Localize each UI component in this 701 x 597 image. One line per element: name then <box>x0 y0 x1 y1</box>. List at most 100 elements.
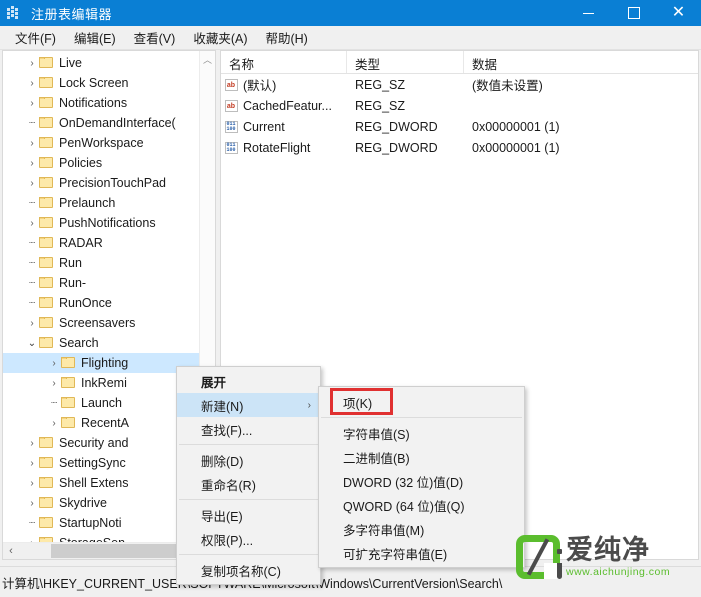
tree-node-label: InkRemi <box>81 376 127 390</box>
menu-view[interactable]: 查看(V) <box>125 25 185 50</box>
table-row[interactable]: 011 100 RotateFlight REG_DWORD 0x00000001 (1… <box>221 137 698 158</box>
maximize-button[interactable] <box>611 0 656 26</box>
submenu-item[interactable]: 可扩充字符串值(E) <box>319 541 524 565</box>
chevron-right-icon[interactable]: › <box>25 178 39 189</box>
tree-node[interactable]: ⌄ Search <box>3 333 201 353</box>
chevron-right-icon[interactable]: › <box>25 318 39 329</box>
menu-help[interactable]: 帮助(H) <box>256 25 316 50</box>
close-button[interactable]: ✕ <box>656 0 701 26</box>
tree-node-label: Notifications <box>59 96 128 110</box>
tree-node[interactable]: ┈ Launch <box>3 393 201 413</box>
folder-icon <box>39 337 54 349</box>
tree-node[interactable]: › PrecisionTouchPad <box>3 173 201 193</box>
chevron-right-icon[interactable]: › <box>47 378 61 389</box>
chevron-right-icon[interactable]: › <box>25 438 39 449</box>
scroll-left-icon[interactable]: ‹ <box>3 543 19 559</box>
folder-icon <box>39 477 54 489</box>
chevron-right-icon[interactable]: › <box>47 418 61 429</box>
tree-node[interactable]: › RecentA <box>3 413 201 433</box>
scroll-up-icon[interactable]: ︿ <box>200 51 215 67</box>
context-menu-item[interactable]: 新建(N) › <box>177 393 320 417</box>
tree-node[interactable]: ┈ OnDemandInterface( <box>3 113 201 133</box>
folder-icon <box>61 357 76 369</box>
context-menu-item[interactable]: 展开 <box>177 369 320 393</box>
tree-node[interactable]: ┈ Run <box>3 253 201 273</box>
folder-icon <box>39 57 54 69</box>
context-menu-item[interactable]: 查找(F)... <box>177 417 320 441</box>
tree-node-label: Policies <box>59 156 103 170</box>
context-menu-item-label: 新建(N) <box>201 399 244 414</box>
tree-node[interactable]: › Skydrive <box>3 493 201 513</box>
submenu-item[interactable]: 项(K) <box>319 390 524 414</box>
tree-node[interactable]: › Notifications <box>3 93 201 113</box>
column-header-data[interactable]: 数据 <box>464 51 697 73</box>
tree-node[interactable]: › Lock Screen <box>3 73 201 93</box>
tree-node[interactable]: › Live <box>3 53 201 73</box>
chevron-right-icon[interactable]: › <box>25 458 39 469</box>
context-menu-item-label: 重命名(R) <box>201 478 256 493</box>
tree-node[interactable]: › Screensavers <box>3 313 201 333</box>
table-row[interactable]: ab (默认) REG_SZ (数值未设置) <box>221 74 698 95</box>
context-menu[interactable]: 展开 新建(N) › 查找(F)... 删除(D) 重命名(R) 导出(E) 权限(P)...… <box>176 366 321 585</box>
submenu-item-label: DWORD (32 位)值(D) <box>343 475 464 490</box>
menu-separator <box>179 444 318 445</box>
chevron-right-icon[interactable]: › <box>25 58 39 69</box>
hscroll-thumb[interactable] <box>51 544 181 558</box>
submenu-item-label: 字符串值(S) <box>343 427 410 442</box>
column-header-type[interactable]: 类型 <box>347 51 464 73</box>
new-submenu[interactable]: 项(K) 字符串值(S) 二进制值(B) DWORD (32 位)值(D) QWORD … <box>318 386 525 568</box>
tree-node[interactable]: › PenWorkspace <box>3 133 201 153</box>
tree-node[interactable]: ┈ Prelaunch <box>3 193 201 213</box>
tree-node-label: PushNotifications <box>59 216 156 230</box>
submenu-item[interactable]: 多字符串值(M) <box>319 517 524 541</box>
tree-node[interactable]: › PushNotifications <box>3 213 201 233</box>
chevron-right-icon[interactable]: › <box>25 78 39 89</box>
menu-favorites[interactable]: 收藏夹(A) <box>184 25 256 50</box>
chevron-right-icon[interactable]: › <box>25 218 39 229</box>
context-menu-item[interactable]: 导出(E) <box>177 503 320 527</box>
tree-node-label: RADAR <box>59 236 103 250</box>
submenu-item[interactable]: QWORD (64 位)值(Q) <box>319 493 524 517</box>
folder-icon <box>61 417 76 429</box>
context-menu-item[interactable]: 删除(D) <box>177 448 320 472</box>
tree-node-label: PenWorkspace <box>59 136 144 150</box>
tree-node[interactable]: › Flighting <box>3 353 201 373</box>
chevron-right-icon[interactable]: › <box>25 158 39 169</box>
chevron-right-icon[interactable]: › <box>25 98 39 109</box>
tree-node-label: Search <box>59 336 99 350</box>
submenu-item[interactable]: 二进制值(B) <box>319 445 524 469</box>
tree-node-label: Screensavers <box>59 316 136 330</box>
tree-node[interactable]: ┈ RunOnce <box>3 293 201 313</box>
registry-tree[interactable]: › Live › Lock Screen › Notifications ┈ OnDemand… <box>3 53 201 553</box>
tree-node[interactable]: › Security and <box>3 433 201 453</box>
submenu-item[interactable]: DWORD (32 位)值(D) <box>319 469 524 493</box>
submenu-item[interactable]: 字符串值(S) <box>319 421 524 445</box>
submenu-item-label: 多字符串值(M) <box>343 523 425 538</box>
chevron-right-icon[interactable]: › <box>25 478 39 489</box>
chevron-right-icon[interactable]: › <box>25 498 39 509</box>
context-menu-item[interactable]: 权限(P)... <box>177 527 320 551</box>
table-row[interactable]: ab CachedFeatur... REG_SZ <box>221 95 698 116</box>
menu-edit[interactable]: 编辑(E) <box>65 25 125 50</box>
tree-node[interactable]: › Shell Extens <box>3 473 201 493</box>
tree-node-label: Skydrive <box>59 496 107 510</box>
tree-node[interactable]: ┈ StartupNoti <box>3 513 201 533</box>
column-header-name[interactable]: 名称 <box>221 51 347 73</box>
menu-file[interactable]: 文件(F) <box>6 25 65 50</box>
tree-node[interactable]: › SettingSync <box>3 453 201 473</box>
aichunjing-logo-icon <box>516 535 562 579</box>
context-menu-item[interactable]: 复制项名称(C) <box>177 558 320 582</box>
tree-node[interactable]: › Policies <box>3 153 201 173</box>
tree-node-label: Run- <box>59 276 87 290</box>
tree-node[interactable]: › InkRemi <box>3 373 201 393</box>
chevron-right-icon[interactable]: › <box>47 358 61 369</box>
chevron-right-icon[interactable]: › <box>25 138 39 149</box>
table-row[interactable]: 011 100 Current REG_DWORD 0x00000001 (1) <box>221 116 698 137</box>
chevron-down-icon[interactable]: ⌄ <box>25 338 39 349</box>
tree-node-label: Live <box>59 56 82 70</box>
tree-node[interactable]: ┈ Run- <box>3 273 201 293</box>
tree-line: ┈ <box>28 197 36 209</box>
context-menu-item[interactable]: 重命名(R) <box>177 472 320 496</box>
tree-node[interactable]: ┈ RADAR <box>3 233 201 253</box>
minimize-button[interactable] <box>566 0 611 26</box>
